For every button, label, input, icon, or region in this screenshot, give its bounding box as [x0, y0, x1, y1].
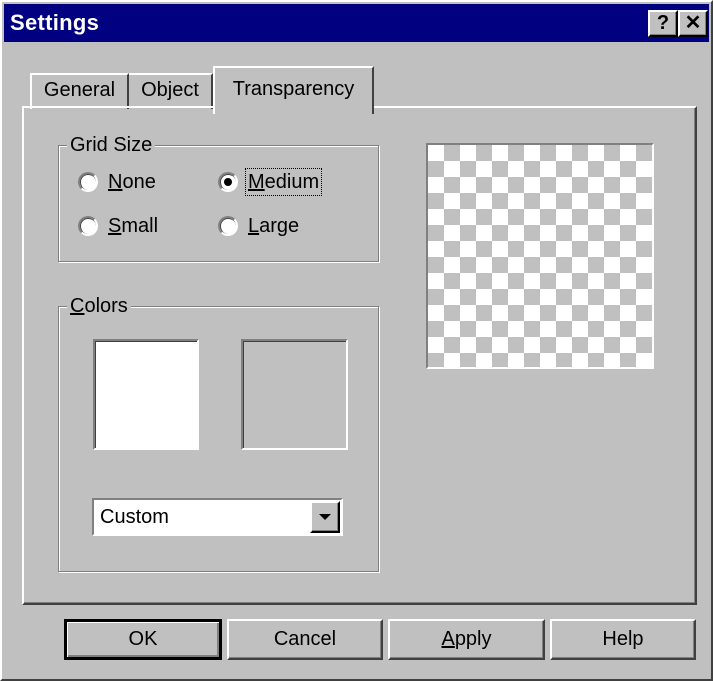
- cancel-button[interactable]: Cancel: [227, 619, 383, 660]
- grid-small-label: Small: [108, 215, 159, 237]
- color-preset-dropdown[interactable]: Custom: [92, 498, 343, 536]
- tab-transparency[interactable]: Transparency: [213, 66, 374, 114]
- help-button[interactable]: Help: [550, 619, 696, 660]
- secondary-color-swatch[interactable]: [241, 339, 348, 450]
- radio-circle[interactable]: [78, 172, 98, 192]
- grid-medium-label: Medium: [244, 168, 323, 196]
- colors-legend: Colors: [67, 294, 131, 318]
- grid-large-label: Large: [248, 215, 300, 237]
- window-title: Settings: [10, 10, 100, 35]
- ok-button[interactable]: OK: [64, 619, 222, 660]
- grid-none-label: None: [108, 171, 156, 193]
- grid-size-legend: Grid Size: [67, 133, 156, 157]
- radio-circle[interactable]: [218, 216, 238, 236]
- chevron-down-icon[interactable]: [310, 501, 340, 533]
- tab-object[interactable]: Object: [129, 73, 213, 109]
- radio-selected-dot: [224, 178, 232, 186]
- close-icon[interactable]: ✕: [678, 10, 708, 37]
- transparency-preview: [426, 143, 654, 369]
- grid-size-group: Grid Size: [58, 133, 379, 262]
- apply-button[interactable]: Apply: [388, 619, 545, 660]
- radio-circle[interactable]: [78, 216, 98, 236]
- color-preset-value: Custom: [100, 506, 169, 528]
- help-icon[interactable]: ?: [648, 10, 678, 37]
- tab-general[interactable]: General: [30, 73, 129, 109]
- title-bar[interactable]: Settings ? ✕: [4, 4, 709, 42]
- primary-color-swatch[interactable]: [93, 339, 199, 450]
